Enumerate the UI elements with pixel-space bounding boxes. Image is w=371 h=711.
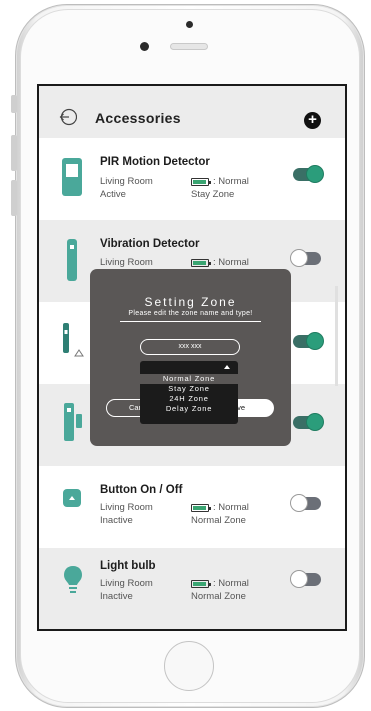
app-screen: Accessories + PIR Motion Detector Living… [37, 84, 347, 631]
zone-type-dropdown[interactable]: Normal Zone Stay Zone 24H Zone Delay Zon… [140, 361, 238, 424]
back-arrow-icon[interactable] [59, 108, 77, 126]
motion-sensor-icon [62, 158, 82, 196]
zone-option[interactable]: Normal Zone [140, 374, 238, 384]
accessory-name: PIR Motion Detector [100, 156, 210, 168]
volume-up-button [11, 135, 17, 171]
zone-type: Normal Zone [191, 515, 246, 526]
accessory-name: Button On / Off [100, 484, 183, 496]
accessory-location: Living Room [100, 502, 153, 513]
contact-sensor-icon [64, 403, 82, 441]
page-title: Accessories [95, 110, 181, 126]
zone-option[interactable]: 24H Zone [140, 394, 238, 404]
accessory-name: Vibration Detector [100, 238, 200, 250]
scrollbar[interactable] [335, 286, 338, 386]
accessory-name: Light bulb [100, 560, 156, 572]
enable-toggle[interactable] [290, 249, 321, 267]
zone-type: Stay Zone [191, 189, 235, 200]
accessory-state: Active [100, 189, 126, 200]
mute-switch [11, 95, 17, 113]
battery-status: : Normal [213, 578, 249, 589]
battery-icon [191, 178, 211, 186]
accessory-state: Inactive [100, 515, 133, 526]
enable-toggle[interactable] [293, 413, 324, 431]
accessory-state: Inactive [100, 591, 133, 602]
setting-zone-dialog: Setting Zone Please edit the zone name a… [90, 269, 291, 446]
battery-icon [191, 259, 211, 267]
battery-status: : Normal [213, 176, 249, 187]
header-bar: Accessories + [39, 86, 345, 138]
accessory-row[interactable]: Light bulb Living Room Inactive : Normal… [39, 548, 345, 629]
accessory-location: Living Room [100, 257, 153, 268]
door-sensor-icon [63, 323, 84, 357]
accessory-row[interactable]: PIR Motion Detector Living Room Active :… [39, 138, 345, 220]
battery-icon [191, 580, 211, 588]
dialog-subtitle: Please edit the zone name and type! [128, 310, 253, 317]
dialog-title: Setting Zone [144, 295, 237, 309]
accessory-row[interactable]: Button On / Off Living Room Inactive : N… [39, 466, 345, 548]
zone-type: Normal Zone [191, 591, 246, 602]
enable-toggle[interactable] [290, 570, 321, 588]
vibration-sensor-icon [67, 239, 77, 281]
accessory-location: Living Room [100, 176, 153, 187]
enable-toggle[interactable] [293, 332, 324, 350]
battery-status: : Normal [213, 257, 249, 268]
home-button[interactable] [164, 641, 214, 691]
divider [120, 321, 261, 322]
button-icon [63, 489, 81, 507]
earpiece-speaker [170, 43, 208, 50]
zone-option[interactable]: Delay Zone [140, 404, 238, 414]
zone-name-input[interactable]: xxx xxx [140, 339, 240, 355]
enable-toggle[interactable] [290, 494, 321, 512]
add-circle-icon[interactable]: + [304, 112, 321, 129]
proximity-sensor [186, 21, 193, 28]
zone-option[interactable]: Stay Zone [140, 384, 238, 394]
volume-down-button [11, 180, 17, 216]
front-camera [140, 42, 149, 51]
battery-icon [191, 504, 211, 512]
battery-status: : Normal [213, 502, 249, 513]
enable-toggle[interactable] [293, 165, 324, 183]
accessory-location: Living Room [100, 578, 153, 589]
caret-up-icon [224, 365, 230, 369]
light-bulb-icon [64, 566, 82, 593]
